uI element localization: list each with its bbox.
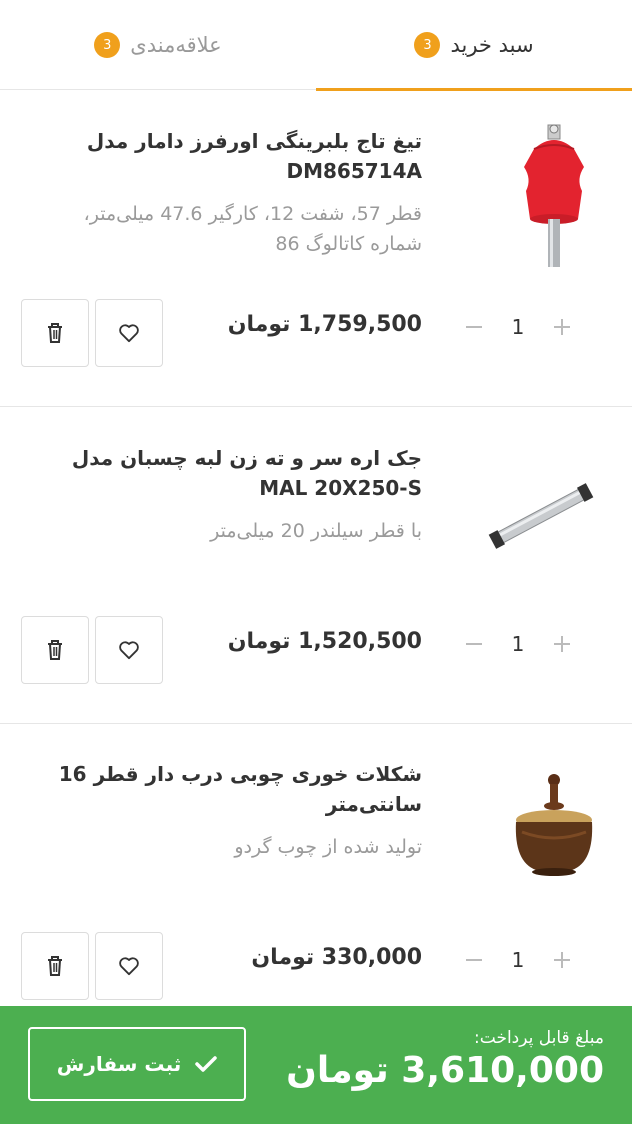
price-currency: تومان [227,312,291,337]
trash-icon [48,956,62,976]
tab-cart-label: سبد خرید [450,33,534,57]
delete-button[interactable] [21,616,89,684]
item-desc: تولید شده از چوب گردو [234,836,422,858]
cart-item: تیغ تاج بلبرینگی اورفرز دامار مدل DM8657… [0,91,632,407]
favorite-button[interactable] [95,932,163,1000]
favorite-button[interactable] [95,616,163,684]
price-currency: تومان [251,945,315,970]
cart-item: شکلات خوری چوبی درب دار قطر 16 سانتی‌متر… [0,724,632,1040]
cylinder-jack-image [488,483,594,549]
heart-icon [119,957,139,976]
price-value: 1,759,500 [298,312,422,337]
item-price: 330,000 تومان [251,945,422,970]
delete-button[interactable] [21,299,89,367]
quantity-stepper: 1 [462,315,574,339]
quantity-value: 1 [511,632,525,656]
item-price: 1,520,500 تومان [228,629,422,654]
heart-icon [119,641,139,660]
quantity-stepper: 1 [462,948,574,972]
tab-favorites-badge: 3 [94,32,121,58]
trash-icon [48,640,62,660]
item-desc: قطر 57، شفت 12، کارگیر 47.6 میلی‌متر، شم… [83,203,422,255]
item-price: 1,759,500 تومان [228,312,422,337]
minus-icon[interactable] [462,948,486,972]
item-title[interactable]: شکلات خوری چوبی درب دار قطر 16 سانتی‌متر [32,759,422,819]
quantity-value: 1 [511,948,525,972]
minus-icon[interactable] [462,315,486,339]
plus-icon[interactable] [550,948,574,972]
tab-cart-badge: 3 [414,32,441,58]
plus-icon[interactable] [550,315,574,339]
router-bit-image [524,124,584,267]
price-value: 330,000 [321,945,422,970]
tab-favorites[interactable]: علاقه‌مندی 3 [0,0,316,90]
total-label: مبلغ قابل پرداخت: [474,1028,604,1048]
submit-order-button[interactable]: ثبت سفارش [28,1027,246,1101]
favorite-button[interactable] [95,299,163,367]
item-desc: با قطر سیلندر 20 میلی‌متر [210,520,422,542]
plus-icon[interactable] [550,632,574,656]
price-value: 1,520,500 [298,629,422,654]
cart-item: جک اره سر و ته زن لبه چسبان مدل MAL 20X2… [0,408,632,724]
item-title[interactable]: تیغ تاج بلبرینگی اورفرز دامار مدل DM8657… [32,126,422,186]
price-currency: تومان [227,629,291,654]
check-icon [195,1056,217,1072]
minus-icon[interactable] [462,632,486,656]
total-value: 3,610,000 [401,1050,604,1091]
trash-icon [48,323,62,343]
cart-tabs: سبد خرید 3 علاقه‌مندی 3 [0,0,632,91]
heart-icon [119,324,139,343]
submit-order-label: ثبت سفارش [56,1052,182,1076]
tab-cart[interactable]: سبد خرید 3 [316,0,632,91]
tab-favorites-label: علاقه‌مندی [130,33,222,57]
total-amount: 3,610,000 تومان [286,1050,604,1091]
checkout-footer: مبلغ قابل پرداخت: 3,610,000 تومان ثبت سف… [0,1006,632,1124]
quantity-value: 1 [511,315,525,339]
delete-button[interactable] [21,932,89,1000]
quantity-stepper: 1 [462,632,574,656]
wooden-bowl-image [515,774,593,876]
item-title[interactable]: جک اره سر و ته زن لبه چسبان مدل MAL 20X2… [32,443,422,503]
total-currency: تومان [286,1050,389,1091]
